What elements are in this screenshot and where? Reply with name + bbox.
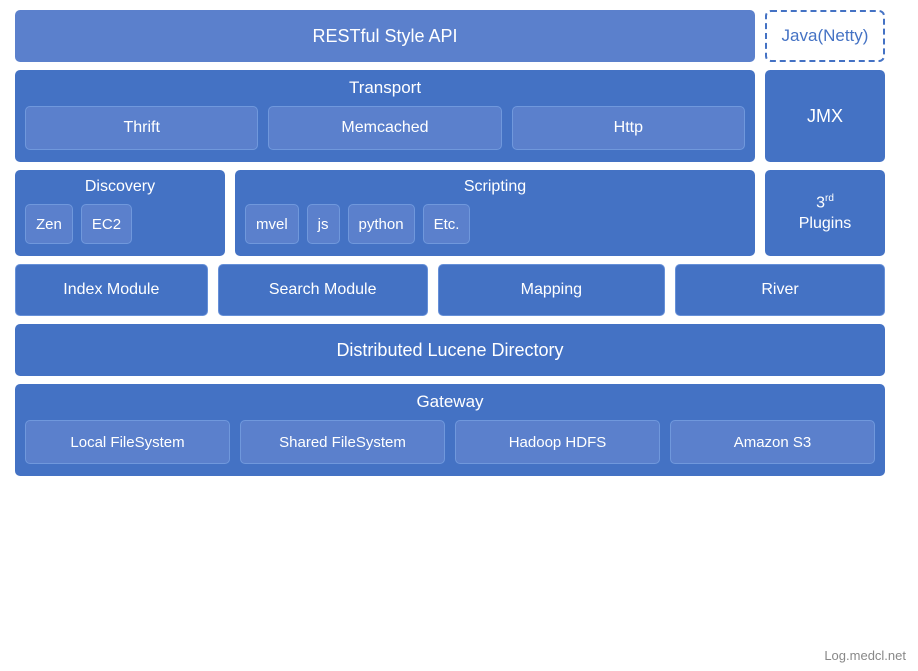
plugins-label: 3rdPlugins [799,192,851,235]
diagram-container: RESTful Style API Java(Netty) Transport … [15,10,885,476]
scripting-inner: mvel js python Etc. [245,204,745,244]
thrift-box: Thrift [25,106,258,150]
jmx-box: JMX [765,70,885,162]
api-label: RESTful Style API [312,26,457,47]
row-lucene: Distributed Lucene Directory [15,324,885,376]
lucene-box: Distributed Lucene Directory [15,324,885,376]
amazon-box: Amazon S3 [670,420,875,464]
river-box: River [675,264,885,316]
java-label: Java(Netty) [782,26,869,46]
gateway-title: Gateway [25,392,875,412]
row-modules: Index Module Search Module Mapping River [15,264,885,316]
java-box: Java(Netty) [765,10,885,62]
watermark: Log.medcl.net [824,648,906,663]
local-label: Local FileSystem [70,434,184,451]
discovery-title: Discovery [25,178,215,196]
ec2-box: EC2 [81,204,132,244]
memcached-label: Memcached [341,119,428,137]
jmx-label: JMX [807,106,843,127]
row-api: RESTful Style API Java(Netty) [15,10,885,62]
transport-inner: Thrift Memcached Http [25,106,745,150]
zen-box: Zen [25,204,73,244]
search-label: Search Module [269,281,377,299]
js-label: js [318,216,329,233]
discovery-outer: Discovery Zen EC2 [15,170,225,256]
gateway-inner: Local FileSystem Shared FileSystem Hadoo… [25,420,875,464]
shared-fs-box: Shared FileSystem [240,420,445,464]
python-box: python [348,204,415,244]
transport-title: Transport [25,78,745,98]
thrift-label: Thrift [123,119,159,137]
js-box: js [307,204,340,244]
mvel-label: mvel [256,216,288,233]
http-label: Http [614,119,643,137]
local-fs-box: Local FileSystem [25,420,230,464]
lucene-label: Distributed Lucene Directory [336,340,563,361]
row-transport: Transport Thrift Memcached Http JMX [15,70,885,162]
python-label: python [359,216,404,233]
api-box: RESTful Style API [15,10,755,62]
etc-label: Etc. [434,216,460,233]
plugins-box: 3rdPlugins [765,170,885,256]
shared-label: Shared FileSystem [279,434,406,451]
hadoop-label: Hadoop HDFS [509,434,607,451]
hadoop-box: Hadoop HDFS [455,420,660,464]
http-box: Http [512,106,745,150]
scripting-title: Scripting [245,178,745,196]
mapping-label: Mapping [521,281,582,299]
scripting-outer: Scripting mvel js python Etc. [235,170,755,256]
mapping-box: Mapping [438,264,665,316]
zen-label: Zen [36,216,62,233]
ec2-label: EC2 [92,216,121,233]
index-module-box: Index Module [15,264,208,316]
memcached-box: Memcached [268,106,501,150]
mvel-box: mvel [245,204,299,244]
etc-box: Etc. [423,204,471,244]
search-module-box: Search Module [218,264,428,316]
gateway-outer: Gateway Local FileSystem Shared FileSyst… [15,384,885,476]
river-label: River [761,281,798,299]
index-label: Index Module [63,281,159,299]
amazon-label: Amazon S3 [734,434,812,451]
transport-outer: Transport Thrift Memcached Http [15,70,755,162]
row-discovery-scripting: Discovery Zen EC2 Scripting mvel js [15,170,885,256]
row-gateway: Gateway Local FileSystem Shared FileSyst… [15,384,885,476]
discovery-inner: Zen EC2 [25,204,215,244]
